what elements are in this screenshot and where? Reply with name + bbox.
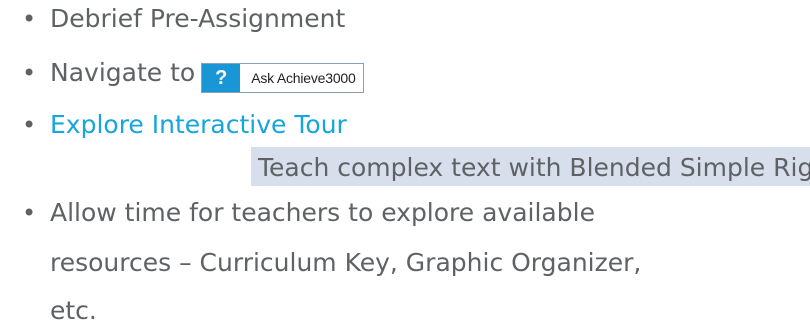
bullet-item-explore[interactable]: • Explore Interactive Tour <box>22 112 347 137</box>
bullet-marker: • <box>22 111 37 139</box>
bullet-text-line3: etc. <box>50 296 97 325</box>
ask-achieve3000-button[interactable]: ? Ask Achieve3000 <box>201 63 364 93</box>
slide-content: • Debrief Pre-Assignment • Navigate to? Ask… <box>0 0 810 335</box>
bullet-marker: • <box>22 59 37 87</box>
bullet-text-line1: Allow time for teachers to explore avail… <box>50 198 595 227</box>
bullet-item-allow-time: • Allow time for teachers to explore avai… <box>22 200 595 225</box>
bullet-item-navigate: • Navigate to? Ask Achieve3000 <box>22 60 364 93</box>
bullet-marker: • <box>22 199 37 227</box>
bullet-marker: • <box>22 5 37 33</box>
sub-item-text: Teach complex text with Blended Simple R… <box>258 153 810 182</box>
ask-button-label: Ask Achieve3000 <box>251 70 356 86</box>
help-question-icon: ? <box>202 64 241 92</box>
interactive-tour-link[interactable]: Explore Interactive Tour <box>50 110 347 139</box>
bullet-item-debrief: • Debrief Pre-Assignment <box>22 6 345 31</box>
bullet-text: Debrief Pre-Assignment <box>50 4 346 33</box>
bullet-text-line2: resources – Curriculum Key, Graphic Orga… <box>50 248 642 277</box>
bullet-text: Navigate to <box>50 58 196 87</box>
